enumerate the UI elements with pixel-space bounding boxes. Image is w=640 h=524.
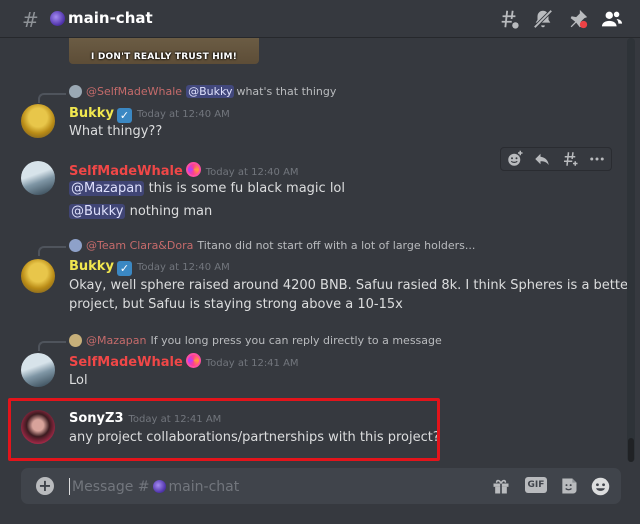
- more-options-icon[interactable]: [588, 150, 606, 168]
- add-reaction-icon[interactable]: [506, 150, 524, 168]
- reply-mention[interactable]: @Bukky: [186, 85, 235, 98]
- swirl-emoji-icon: [185, 353, 201, 368]
- reply-avatar: [69, 334, 82, 347]
- timestamp: Today at 12:40 AM: [205, 167, 299, 178]
- scrollbar-track[interactable]: [627, 38, 635, 462]
- reply-text: Titano did not start off with a lot of l…: [197, 239, 476, 252]
- timestamp: Today at 12:41 AM: [205, 358, 299, 369]
- user-mention[interactable]: @Mazapan: [69, 181, 145, 196]
- text-caret: [69, 478, 70, 495]
- avatar[interactable]: [21, 259, 55, 293]
- user-mention[interactable]: @Bukky: [69, 204, 126, 219]
- reply-preview[interactable]: @SelfMadeWhale @Bukky what's that thingy: [69, 85, 336, 98]
- author-name[interactable]: Bukky: [69, 259, 114, 274]
- message-text: Lol: [69, 373, 88, 388]
- meme-caption: I DON'T REALLY TRUST HIM!: [91, 52, 237, 62]
- member-list-icon[interactable]: [601, 8, 623, 30]
- channel-hash-icon: #: [22, 8, 39, 32]
- channel-emoji-icon: [152, 480, 166, 493]
- message-author: SelfMadeWhale Today at 12:41 AM: [69, 353, 299, 370]
- timestamp: Today at 12:40 AM: [136, 262, 230, 273]
- reply-icon[interactable]: [533, 150, 551, 168]
- message-text-span: nothing man: [125, 204, 213, 219]
- message-actions-toolbar: [500, 147, 612, 171]
- author-name[interactable]: SelfMadeWhale: [69, 355, 183, 370]
- swirl-emoji-icon: [185, 162, 201, 177]
- message-text: @Bukky nothing man: [69, 204, 212, 219]
- channel-emoji-icon: [50, 11, 65, 26]
- upload-plus-icon[interactable]: +: [36, 477, 54, 495]
- reply-connector: [38, 246, 66, 256]
- reply-text: what's that thingy: [236, 85, 337, 98]
- reply-author[interactable]: @SelfMadeWhale: [86, 85, 182, 98]
- verified-check-icon: ✓: [116, 261, 132, 276]
- emoji-picker-icon[interactable]: [590, 476, 611, 497]
- message-input[interactable]: Message # main-chat: [69, 478, 239, 495]
- reply-author[interactable]: @Mazapan: [86, 334, 146, 347]
- reply-preview[interactable]: @Team Clara&Dora Titano did not start of…: [69, 239, 475, 252]
- message-author: Bukky ✓ Today at 12:40 AM: [69, 106, 230, 123]
- avatar[interactable]: [21, 104, 55, 138]
- placeholder-channel: main-chat: [168, 478, 240, 495]
- message-author: SelfMadeWhale Today at 12:40 AM: [69, 162, 299, 179]
- reply-author[interactable]: @Team Clara&Dora: [86, 239, 193, 252]
- threads-icon[interactable]: [498, 8, 520, 30]
- message-text: What thingy??: [69, 124, 163, 139]
- scrollbar-thumb[interactable]: [628, 438, 634, 462]
- reply-avatar: [69, 85, 82, 98]
- reply-preview[interactable]: @Mazapan If you long press you can reply…: [69, 334, 442, 347]
- author-name[interactable]: Bukky: [69, 106, 114, 121]
- channel-name: main-chat: [68, 9, 153, 27]
- reply-connector: [38, 93, 66, 103]
- message-author: Bukky ✓ Today at 12:40 AM: [69, 259, 230, 276]
- create-thread-icon[interactable]: [561, 150, 579, 168]
- sticker-icon[interactable]: [559, 476, 579, 496]
- avatar[interactable]: [21, 161, 55, 195]
- avatar[interactable]: [21, 353, 55, 387]
- message-text-span: this is some fu black magic lol: [144, 181, 345, 196]
- reply-connector: [38, 341, 66, 351]
- reply-text: If you long press you can reply directly…: [150, 334, 442, 347]
- timestamp: Today at 12:40 AM: [136, 109, 230, 120]
- message-text: Okay, well sphere raised around 4200 BNB…: [69, 278, 634, 293]
- placeholder-prefix: Message #: [72, 478, 150, 495]
- verified-check-icon: ✓: [116, 108, 132, 123]
- gift-icon[interactable]: [491, 476, 511, 496]
- pinned-messages-icon[interactable]: [567, 8, 589, 30]
- reply-avatar: [69, 239, 82, 252]
- red-highlight-box: [8, 398, 440, 461]
- gif-button[interactable]: GIF: [525, 477, 547, 493]
- mute-notifications-icon[interactable]: [532, 8, 554, 30]
- author-name[interactable]: SelfMadeWhale: [69, 164, 183, 179]
- message-text: project, but Safuu is staying strong abo…: [69, 297, 403, 312]
- channel-header: # main-chat: [0, 0, 640, 38]
- meme-image[interactable]: I DON'T REALLY TRUST HIM!: [69, 38, 259, 64]
- message-text: @Mazapan this is some fu black magic lol: [69, 181, 345, 196]
